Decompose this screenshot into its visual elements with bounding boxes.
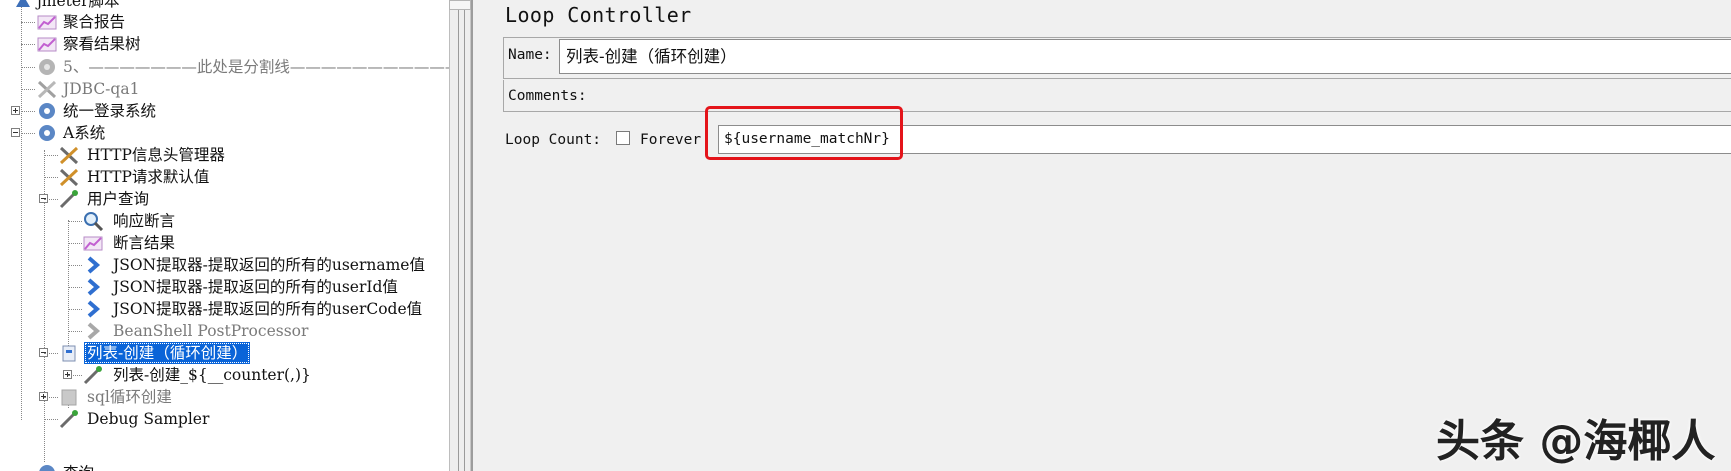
tree-item-label: A系统 (63, 124, 106, 142)
comments-label: Comments: (508, 88, 587, 104)
name-label: Name: (508, 47, 552, 63)
loop-count-label: Loop Count: (505, 132, 602, 148)
tree-item-label: 察看结果树 (63, 35, 141, 53)
gear-icon (36, 57, 58, 77)
gear-icon (36, 463, 58, 471)
arrow-icon (82, 255, 104, 275)
tools-icon (36, 79, 58, 99)
graph-listener-icon (36, 12, 58, 32)
forever-checkbox[interactable] (616, 131, 630, 145)
tools-icon (58, 145, 80, 165)
tree-item-label: 列表-创建（循环创建） (84, 342, 251, 364)
pane-splitter[interactable] (449, 0, 471, 471)
expand-toggle[interactable] (11, 106, 20, 115)
tree-item-label: JSON提取器-提取返回的所有的userId值 (113, 278, 398, 296)
tree-connector (68, 220, 69, 360)
graph-listener-icon (36, 34, 58, 54)
arrow-icon (82, 299, 104, 319)
tree-item-label: 用户查询 (87, 190, 150, 208)
watermark: 头条 @海椰人 (1436, 416, 1716, 467)
gear-icon (36, 123, 58, 143)
arrow-icon (82, 277, 104, 297)
tree-item-label: BeanShell PostProcessor (113, 322, 309, 340)
tree-item-label: 响应断言 (113, 212, 176, 230)
tree-item-label: 断言结果 (113, 234, 176, 252)
tree-connector (21, 0, 22, 420)
tree-item-label: HTTP信息头管理器 (87, 146, 225, 164)
tree-item-label: 5、———————此处是分割线———————————— (63, 58, 449, 76)
tree-item-label: sql循环创建 (87, 388, 172, 406)
panel-title: Loop Controller (505, 3, 692, 27)
forever-label: Forever (640, 132, 702, 148)
pipette-icon (82, 365, 104, 385)
tree-item-label: JSON提取器-提取返回的所有的userCode值 (113, 300, 423, 318)
magnifier-icon (82, 211, 104, 232)
loop-controller-icon (58, 387, 80, 407)
name-input[interactable]: 列表-创建（循环创建） (559, 39, 1731, 74)
tree-item-label: HTTP请求默认值 (87, 168, 210, 186)
collapse-toggle[interactable] (11, 128, 20, 137)
tree-item-label: 查询 (60, 462, 97, 471)
loop-controller-panel: Loop Controller Name: 列表-创建（循环创建） Commen… (471, 0, 1731, 471)
tree-item-label: JDBC-qa1 (63, 80, 140, 98)
testplan-icon (12, 0, 34, 11)
graph-listener-icon (82, 233, 104, 253)
tools-icon (58, 167, 80, 187)
tree-item-label: 统一登录系统 (63, 102, 157, 120)
gear-icon (36, 101, 58, 121)
highlight-annotation (705, 106, 903, 160)
pipette-icon (58, 409, 80, 429)
test-plan-tree[interactable]: jmeter脚本 聚合报告 察看结果树 5、———————此处是分割线—————… (0, 0, 449, 471)
tree-item-label: 列表-创建_${__counter(,)} (113, 366, 311, 384)
loop-controller-icon (58, 343, 80, 363)
tree-item-label: 聚合报告 (63, 13, 126, 31)
splitter-grip (458, 0, 465, 471)
tree-item-label: Debug Sampler (87, 410, 210, 428)
pipette-icon (58, 189, 80, 209)
tree-item-label: JSON提取器-提取返回的所有的username值 (113, 256, 425, 274)
arrow-icon (82, 321, 104, 341)
scrollbar-button[interactable] (449, 0, 471, 10)
